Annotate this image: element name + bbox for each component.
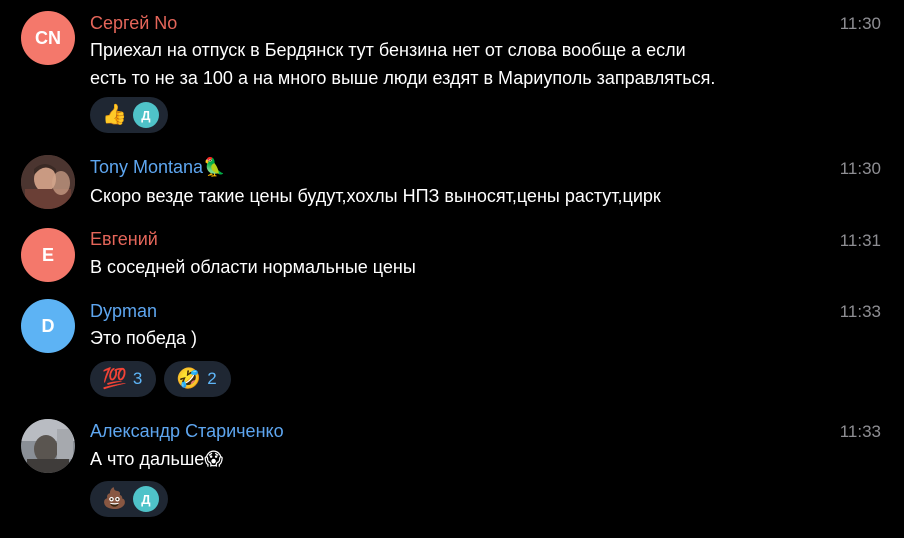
author-name[interactable]: Александр Стариченко [90, 421, 284, 442]
author-badge-icon: 🦜 [203, 157, 226, 177]
message-text: Приехал на отпуск в Бердянск тут бензина… [90, 36, 810, 92]
reaction-thumbs-up[interactable]: 👍 Д [90, 97, 168, 133]
pile-of-poo-icon: 💩 [102, 488, 127, 510]
author-name[interactable]: Сергей No [90, 13, 177, 34]
message-time: 11:30 [839, 14, 881, 33]
avatar-initials: CN [35, 27, 61, 48]
avatar-photo [21, 419, 75, 473]
avatar-initials: D [41, 315, 55, 336]
avatar-photo [21, 155, 75, 209]
reaction-count: 3 [132, 369, 143, 388]
message-time: 11:31 [839, 231, 881, 250]
author-name[interactable]: Tony Montana🦜 [90, 157, 226, 178]
reactor-avatar: Д [132, 486, 159, 512]
author-name[interactable]: Dypman [90, 301, 157, 322]
reactions: 👍 Д [90, 97, 168, 133]
message-text-content: А что дальше [90, 449, 205, 469]
reaction-hundred[interactable]: 💯 3 [90, 361, 157, 397]
avatar[interactable]: CN [21, 11, 75, 65]
message-time: 11:33 [839, 302, 881, 321]
avatar[interactable] [21, 419, 75, 473]
reactions: 💯 3 🤣 2 [90, 361, 231, 397]
avatar[interactable]: Е [21, 228, 75, 282]
message-time: 11:30 [839, 159, 881, 178]
thumbs-up-icon: 👍 [102, 104, 127, 126]
avatar[interactable] [21, 155, 75, 209]
avatar[interactable]: D [21, 299, 75, 353]
screaming-face-icon: 😱 [204, 449, 224, 469]
reactions: 💩 Д [90, 481, 168, 517]
message-text: В соседней области нормальные цены [90, 257, 416, 277]
reaction-count: 2 [207, 369, 217, 388]
message-text: Это победа ) [90, 328, 197, 348]
message-text: А что дальше😱 [90, 445, 810, 473]
reaction-poop[interactable]: 💩 Д [90, 481, 168, 517]
message-text: Скоро везде такие цены будут,хохлы НПЗ в… [90, 186, 661, 206]
reactor-avatar: Д [132, 102, 159, 128]
message-text-line: Приехал на отпуск в Бердянск тут бензина… [90, 40, 686, 60]
message-text-line: есть то не за 100 а на много выше люди е… [90, 68, 716, 88]
author-name-text: Tony Montana [90, 157, 204, 177]
avatar-initials: Е [41, 244, 54, 265]
message-time: 11:33 [839, 422, 881, 441]
reaction-rofl[interactable]: 🤣 2 [164, 361, 231, 397]
author-name[interactable]: Евгений [90, 229, 158, 250]
hundred-points-icon: 💯 [102, 368, 127, 390]
rofl-face-icon: 🤣 [176, 368, 202, 390]
